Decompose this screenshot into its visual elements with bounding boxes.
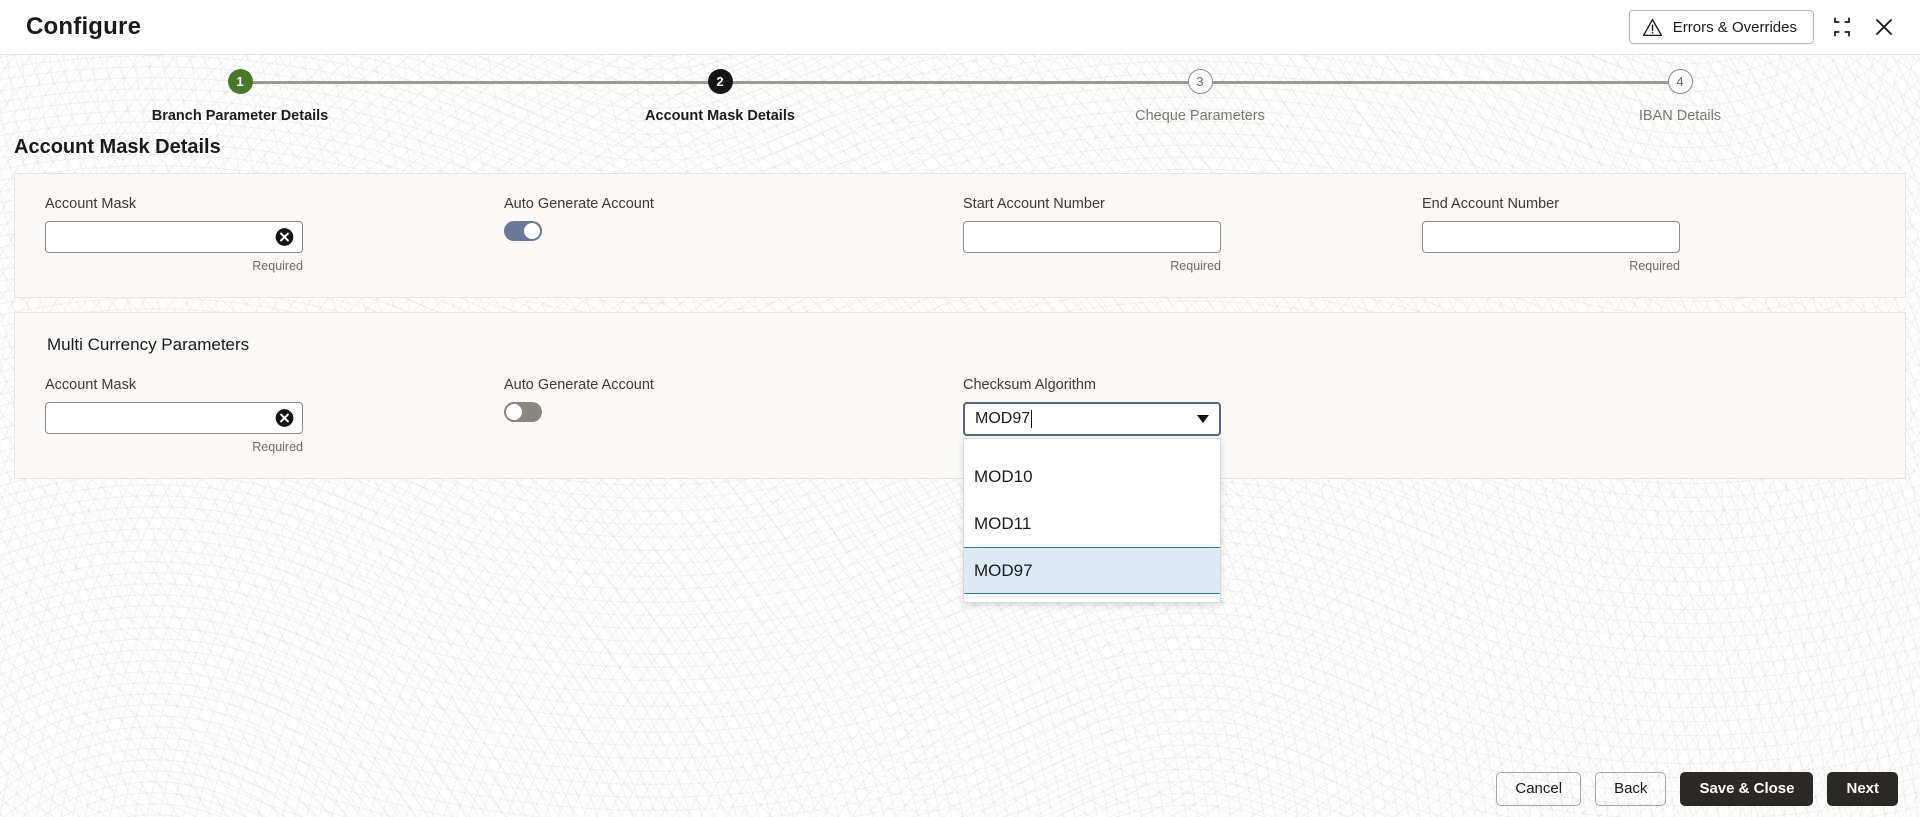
configure-dialog: Configure Errors & Overrides 1 Branch Pa… [0,0,1920,817]
stepper-step-4[interactable]: 4 IBAN Details [1440,69,1920,124]
checksum-algorithm-control[interactable]: MOD97 [963,402,1221,436]
field-checksum-algorithm: Checksum Algorithm MOD97 MOD10 MOD11 MOD… [963,377,1422,603]
warning-triangle-icon [1642,18,1662,36]
close-button[interactable] [1870,13,1898,41]
wizard-stepper: 1 Branch Parameter Details 2 Account Mas… [0,55,1920,128]
stepper-connector-2-3 [720,81,1200,84]
mc-auto-generate-account-toggle[interactable] [504,402,542,422]
step-3-label: Cheque Parameters [1135,108,1265,124]
next-button[interactable]: Next [1827,771,1898,806]
step-1-marker: 1 [227,69,253,94]
start-account-number-label: Start Account Number [963,196,1105,212]
mc-account-mask-hint: Required [252,440,303,454]
end-account-number-label: End Account Number [1422,196,1560,212]
account-mask-input-wrapper[interactable] [45,221,303,253]
dropdown-option-mod10[interactable]: MOD10 [964,453,1220,500]
field-auto-generate-account: Auto Generate Account [504,196,963,273]
back-button[interactable]: Back [1595,771,1667,806]
field-mc-account-mask: Account Mask Required [45,377,504,454]
stepper-steps: 1 Branch Parameter Details 2 Account Mas… [0,69,1920,124]
minimize-button[interactable] [1828,13,1856,41]
section-heading: Account Mask Details [14,136,221,158]
auto-generate-account-toggle[interactable] [504,221,542,241]
cancel-button[interactable]: Cancel [1496,771,1582,806]
stepper-step-3[interactable]: 3 Cheque Parameters [960,69,1440,124]
dialog-title-bar: Configure Errors & Overrides [0,0,1920,55]
step-1-label: Branch Parameter Details [151,108,329,124]
end-account-number-input-wrapper[interactable] [1422,221,1680,253]
account-mask-hint: Required [252,259,303,273]
start-account-number-input-wrapper[interactable] [963,221,1221,253]
account-mask-label: Account Mask [45,196,137,212]
errors-and-overrides-label: Errors & Overrides [1672,18,1797,36]
field-mc-auto-generate-account: Auto Generate Account [504,377,963,454]
checksum-algorithm-dropdown-list: MOD10 MOD11 MOD97 [963,438,1221,603]
step-2-label: Account Mask Details [645,108,795,124]
account-mask-form: Account Mask Required Auto Generate Acco… [15,174,1905,297]
dropdown-option-mod11[interactable]: MOD11 [964,500,1220,547]
step-2-marker: 2 [707,69,733,94]
stepper-connector-3-4 [1200,81,1680,84]
collapse-icon [1834,17,1850,37]
clear-circle-icon[interactable] [275,409,294,428]
dropdown-option-mod97[interactable]: MOD97 [964,547,1220,594]
chevron-down-icon[interactable] [1197,415,1209,423]
start-account-number-hint: Required [1170,259,1221,273]
mc-auto-generate-account-label: Auto Generate Account [504,377,654,393]
errors-and-overrides-button[interactable]: Errors & Overrides [1628,10,1814,44]
end-account-number-hint: Required [1629,259,1680,273]
checksum-algorithm-value: MOD97 [975,410,1031,427]
field-spacer [1422,377,1881,454]
account-mask-input[interactable] [46,222,302,252]
close-icon [1876,19,1892,35]
text-cursor [1031,410,1033,428]
field-end-account-number: End Account Number Required [1422,196,1881,273]
auto-generate-account-label: Auto Generate Account [504,196,654,212]
toggle-knob [506,404,522,420]
stepper-step-2[interactable]: 2 Account Mask Details [480,69,960,124]
page-title: Configure [26,13,142,40]
mc-account-mask-input[interactable] [46,403,302,433]
step-3-marker: 3 [1187,69,1213,94]
save-and-close-button[interactable]: Save & Close [1680,771,1814,806]
multi-currency-form: Account Mask Required Auto Generate Acco… [15,355,1905,603]
mc-account-mask-input-wrapper[interactable] [45,402,303,434]
step-4-marker: 4 [1667,69,1693,94]
start-account-number-input[interactable] [964,222,1220,252]
account-mask-card: Account Mask Required Auto Generate Acco… [14,173,1906,298]
field-account-mask: Account Mask Required [45,196,504,273]
dialog-footer: Cancel Back Save & Close Next [0,760,1920,817]
title-bar-actions: Errors & Overrides [1628,10,1898,44]
clear-circle-icon[interactable] [275,228,294,247]
mc-account-mask-label: Account Mask [45,377,137,393]
checksum-algorithm-label: Checksum Algorithm [963,377,1096,393]
stepper-step-1[interactable]: 1 Branch Parameter Details [0,69,480,124]
multi-currency-title: Multi Currency Parameters [47,335,250,354]
toggle-knob [524,223,540,239]
checksum-algorithm-combobox: MOD97 MOD10 MOD11 MOD97 [963,402,1221,603]
step-4-label: IBAN Details [1638,108,1722,124]
multi-currency-parameters-card: Multi Currency Parameters Account Mask R… [14,312,1906,603]
stepper-connector-1-2 [240,81,720,84]
end-account-number-input[interactable] [1423,222,1679,252]
field-start-account-number: Start Account Number Required [963,196,1422,273]
